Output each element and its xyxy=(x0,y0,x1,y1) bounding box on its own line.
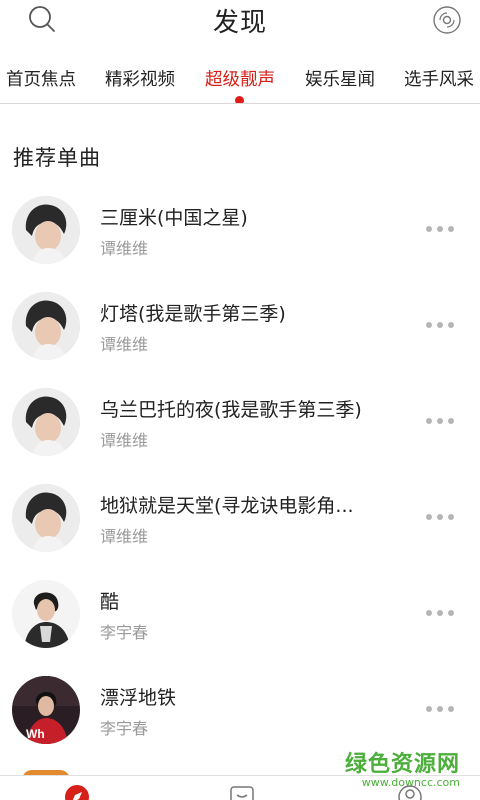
song-artist: 谭维维 xyxy=(100,431,149,450)
song-artist: 谭维维 xyxy=(100,239,149,258)
music-disc-icon[interactable] xyxy=(432,5,462,35)
tab-entertainment-news[interactable]: 娱乐星闻 xyxy=(305,66,375,91)
category-tabs: 首页焦点 精彩视频 超级靓声 娱乐星闻 选手风采 xyxy=(0,60,480,104)
tab-home-focus[interactable]: 首页焦点 xyxy=(6,66,76,91)
tab-videos[interactable]: 精彩视频 xyxy=(105,66,175,91)
more-options-icon[interactable] xyxy=(424,415,456,427)
watermark-title: 绿色资源网 xyxy=(344,752,460,777)
section-title: 推荐单曲 xyxy=(13,146,101,170)
tab-super-voice[interactable]: 超级靓声 xyxy=(205,66,275,104)
song-title: 酷 xyxy=(100,591,120,613)
song-item[interactable]: 地狱就是天堂(寻龙诀电影角... 谭维维 xyxy=(0,484,480,580)
svg-text:Wh: Wh xyxy=(26,727,45,741)
artist-avatar xyxy=(12,580,80,648)
more-options-icon[interactable] xyxy=(424,319,456,331)
page-title: 发现 xyxy=(212,8,267,38)
song-artist: 李宇春 xyxy=(100,719,149,738)
artist-avatar xyxy=(12,196,80,264)
more-options-icon[interactable] xyxy=(424,511,456,523)
song-artist: 谭维维 xyxy=(100,335,149,354)
discover-icon[interactable] xyxy=(64,784,90,800)
more-options-icon[interactable] xyxy=(424,607,456,619)
song-artist: 李宇春 xyxy=(100,623,149,642)
chat-icon[interactable] xyxy=(229,784,255,800)
song-artist: 谭维维 xyxy=(100,527,149,546)
divider xyxy=(0,103,480,104)
top-bar: 发现 xyxy=(0,0,480,40)
watermark-url: www.downcc.com xyxy=(361,776,460,789)
artist-avatar xyxy=(12,292,80,360)
watermark: 绿色资源网 www.downcc.com xyxy=(345,746,460,789)
song-title: 地狱就是天堂(寻龙诀电影角... xyxy=(100,495,354,517)
song-title: 漂浮地铁 xyxy=(100,687,177,709)
more-options-icon[interactable] xyxy=(424,703,456,715)
song-item[interactable]: 灯塔(我是歌手第三季) 谭维维 xyxy=(0,292,480,388)
song-title: 三厘米(中国之星) xyxy=(100,207,248,229)
song-item[interactable]: 三厘米(中国之星) 谭维维 xyxy=(0,196,480,292)
more-options-icon[interactable] xyxy=(424,223,456,235)
song-item[interactable]: 酷 李宇春 xyxy=(0,580,480,676)
artist-avatar xyxy=(12,484,80,552)
artist-avatar xyxy=(12,388,80,456)
song-item[interactable]: 乌兰巴托的夜(我是歌手第三季) 谭维维 xyxy=(0,388,480,484)
artist-avatar: Wh xyxy=(12,676,80,744)
song-title: 灯塔(我是歌手第三季) xyxy=(100,303,286,325)
song-title: 乌兰巴托的夜(我是歌手第三季) xyxy=(100,399,362,421)
tab-contestants[interactable]: 选手风采 xyxy=(404,66,474,91)
